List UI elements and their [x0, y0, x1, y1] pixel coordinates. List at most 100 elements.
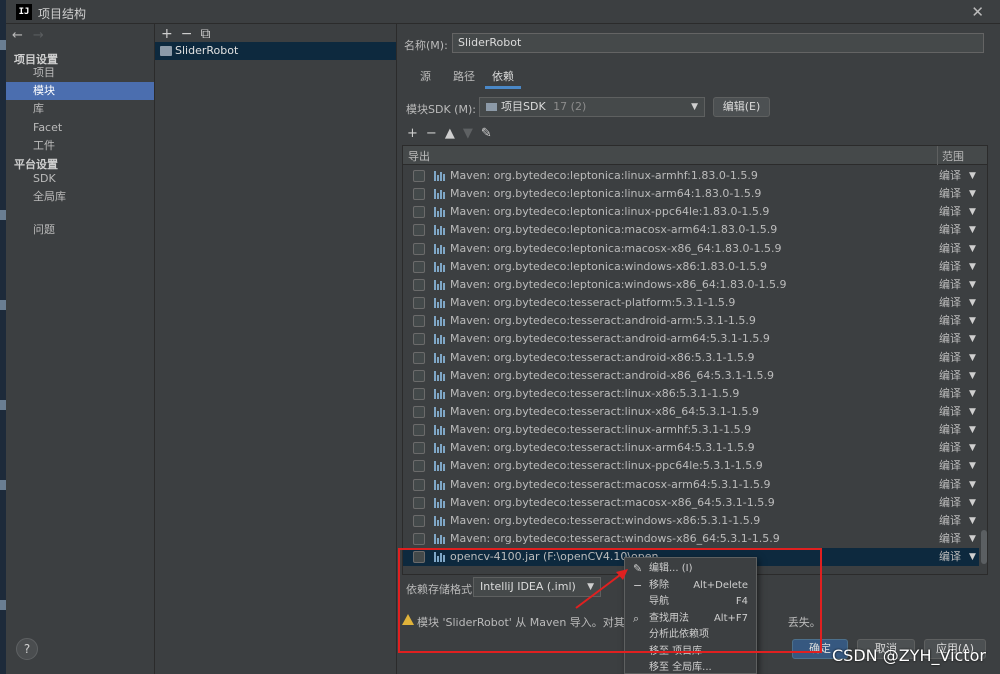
- chevron-down-icon[interactable]: ▼: [969, 548, 976, 566]
- add-module-icon[interactable]: +: [161, 26, 173, 42]
- nav-item-modules[interactable]: 模块: [6, 82, 154, 100]
- chevron-down-icon[interactable]: ▼: [969, 167, 976, 185]
- export-checkbox[interactable]: [413, 460, 425, 473]
- nav-item-artifacts[interactable]: 工件: [6, 137, 154, 155]
- tab-dependencies[interactable]: 依赖: [492, 68, 514, 84]
- export-checkbox[interactable]: [413, 170, 425, 182]
- dependency-row[interactable]: Maven: org.bytedeco:leptonica:linux-arm6…: [403, 185, 979, 203]
- forward-arrow-icon[interactable]: →: [33, 28, 44, 43]
- export-checkbox[interactable]: [413, 242, 425, 255]
- scope-value[interactable]: 编译: [939, 276, 961, 294]
- export-checkbox[interactable]: [413, 369, 425, 382]
- dependency-row[interactable]: Maven: org.bytedeco:tesseract:linux-x86_…: [403, 403, 979, 421]
- sdk-select[interactable]: 项目SDK 17 (2) ▼: [479, 97, 705, 117]
- dependency-row[interactable]: Maven: org.bytedeco:leptonica:macosx-x86…: [403, 240, 979, 258]
- export-checkbox[interactable]: [413, 206, 425, 219]
- dependency-row[interactable]: Maven: org.bytedeco:tesseract:macosx-arm…: [403, 476, 979, 494]
- tab-sources[interactable]: 源: [420, 68, 431, 84]
- dependency-row[interactable]: Maven: org.bytedeco:tesseract:android-x8…: [403, 367, 979, 385]
- dependency-row[interactable]: Maven: org.bytedeco:tesseract:windows-x8…: [403, 512, 979, 530]
- dependency-row[interactable]: Maven: org.bytedeco:tesseract:linux-ppc6…: [403, 457, 979, 475]
- context-menu-item[interactable]: 移至 项目库: [625, 644, 756, 660]
- storage-format-select[interactable]: IntelliJ IDEA (.iml) ▼: [473, 577, 601, 597]
- export-checkbox[interactable]: [413, 260, 425, 273]
- context-menu-item[interactable]: ⌕ 查找用法 Alt+F7: [625, 611, 756, 627]
- dependency-row[interactable]: Maven: org.bytedeco:tesseract:macosx-x86…: [403, 494, 979, 512]
- export-checkbox[interactable]: [413, 478, 425, 491]
- export-checkbox[interactable]: [413, 387, 425, 400]
- move-up-icon[interactable]: ▲: [445, 126, 455, 141]
- add-icon[interactable]: +: [407, 126, 418, 141]
- chevron-down-icon[interactable]: ▼: [969, 476, 976, 494]
- dependency-row[interactable]: Maven: org.bytedeco:leptonica:windows-x8…: [403, 258, 979, 276]
- chevron-down-icon[interactable]: ▼: [969, 403, 976, 421]
- scope-column-header[interactable]: 范围: [942, 148, 964, 164]
- help-button[interactable]: ?: [16, 638, 38, 660]
- chevron-down-icon[interactable]: ▼: [969, 258, 976, 276]
- chevron-down-icon[interactable]: ▼: [969, 367, 976, 385]
- chevron-down-icon[interactable]: ▼: [969, 512, 976, 530]
- edit-sdk-button[interactable]: 编辑(E): [713, 97, 770, 117]
- chevron-down-icon[interactable]: ▼: [969, 276, 976, 294]
- scope-value[interactable]: 编译: [939, 548, 961, 566]
- dependency-row[interactable]: Maven: org.bytedeco:tesseract:linux-x86:…: [403, 385, 979, 403]
- close-icon[interactable]: ✕: [971, 3, 984, 21]
- chevron-down-icon[interactable]: ▼: [969, 240, 976, 258]
- scope-value[interactable]: 编译: [939, 367, 961, 385]
- tab-paths[interactable]: 路径: [453, 68, 475, 84]
- dependency-row[interactable]: Maven: org.bytedeco:tesseract:android-ar…: [403, 330, 979, 348]
- scope-value[interactable]: 编译: [939, 258, 961, 276]
- move-down-icon[interactable]: ▼: [463, 126, 473, 141]
- remove-module-icon[interactable]: −: [181, 26, 193, 42]
- scope-value[interactable]: 编译: [939, 330, 961, 348]
- export-checkbox[interactable]: [413, 224, 425, 237]
- scope-value[interactable]: 编译: [939, 476, 961, 494]
- dependency-row[interactable]: Maven: org.bytedeco:leptonica:linux-armh…: [403, 167, 979, 185]
- context-menu-item[interactable]: ✎ 编辑... (I): [625, 561, 756, 577]
- chevron-down-icon[interactable]: ▼: [969, 530, 976, 548]
- pencil-icon[interactable]: ✎: [481, 126, 492, 141]
- scope-value[interactable]: 编译: [939, 349, 961, 367]
- dependency-row[interactable]: Maven: org.bytedeco:tesseract:android-ar…: [403, 312, 979, 330]
- chevron-down-icon[interactable]: ▼: [969, 494, 976, 512]
- chevron-down-icon[interactable]: ▼: [969, 349, 976, 367]
- dependency-row[interactable]: Maven: org.bytedeco:leptonica:linux-ppc6…: [403, 203, 979, 221]
- export-column-header[interactable]: 导出: [408, 148, 430, 164]
- chevron-down-icon[interactable]: ▼: [969, 385, 976, 403]
- chevron-down-icon[interactable]: ▼: [969, 439, 976, 457]
- back-arrow-icon[interactable]: ←: [12, 28, 23, 43]
- context-menu-item[interactable]: 移至 全局库...: [625, 660, 756, 674]
- scope-value[interactable]: 编译: [939, 512, 961, 530]
- export-checkbox[interactable]: [413, 551, 425, 564]
- scope-value[interactable]: 编译: [939, 439, 961, 457]
- scope-value[interactable]: 编译: [939, 403, 961, 421]
- dependency-row[interactable]: Maven: org.bytedeco:tesseract:android-x8…: [403, 349, 979, 367]
- scope-value[interactable]: 编译: [939, 494, 961, 512]
- dependency-row[interactable]: Maven: org.bytedeco:tesseract-platform:5…: [403, 294, 979, 312]
- dependency-row[interactable]: Maven: org.bytedeco:leptonica:windows-x8…: [403, 276, 979, 294]
- chevron-down-icon[interactable]: ▼: [969, 185, 976, 203]
- export-checkbox[interactable]: [413, 297, 425, 310]
- chevron-down-icon[interactable]: ▼: [969, 457, 976, 475]
- chevron-down-icon[interactable]: ▼: [969, 221, 976, 239]
- dependency-row[interactable]: Maven: org.bytedeco:tesseract:linux-armh…: [403, 421, 979, 439]
- scope-value[interactable]: 编译: [939, 421, 961, 439]
- scope-value[interactable]: 编译: [939, 221, 961, 239]
- dependency-row[interactable]: Maven: org.bytedeco:tesseract:linux-arm6…: [403, 439, 979, 457]
- nav-item-facets[interactable]: Facet: [6, 119, 154, 137]
- remove-icon[interactable]: −: [426, 126, 437, 141]
- export-checkbox[interactable]: [413, 496, 425, 509]
- scope-value[interactable]: 编译: [939, 203, 961, 221]
- export-checkbox[interactable]: [413, 405, 425, 418]
- context-menu-item[interactable]: 导航 F4: [625, 594, 756, 610]
- export-checkbox[interactable]: [413, 333, 425, 346]
- nav-item-project[interactable]: 项目: [6, 64, 154, 82]
- module-item-sliderrobot[interactable]: SliderRobot: [155, 42, 396, 60]
- chevron-down-icon[interactable]: ▼: [969, 312, 976, 330]
- export-checkbox[interactable]: [413, 442, 425, 455]
- scope-value[interactable]: 编译: [939, 457, 961, 475]
- export-checkbox[interactable]: [413, 351, 425, 364]
- export-checkbox[interactable]: [413, 533, 425, 545]
- export-checkbox[interactable]: [413, 424, 425, 437]
- chevron-down-icon[interactable]: ▼: [969, 294, 976, 312]
